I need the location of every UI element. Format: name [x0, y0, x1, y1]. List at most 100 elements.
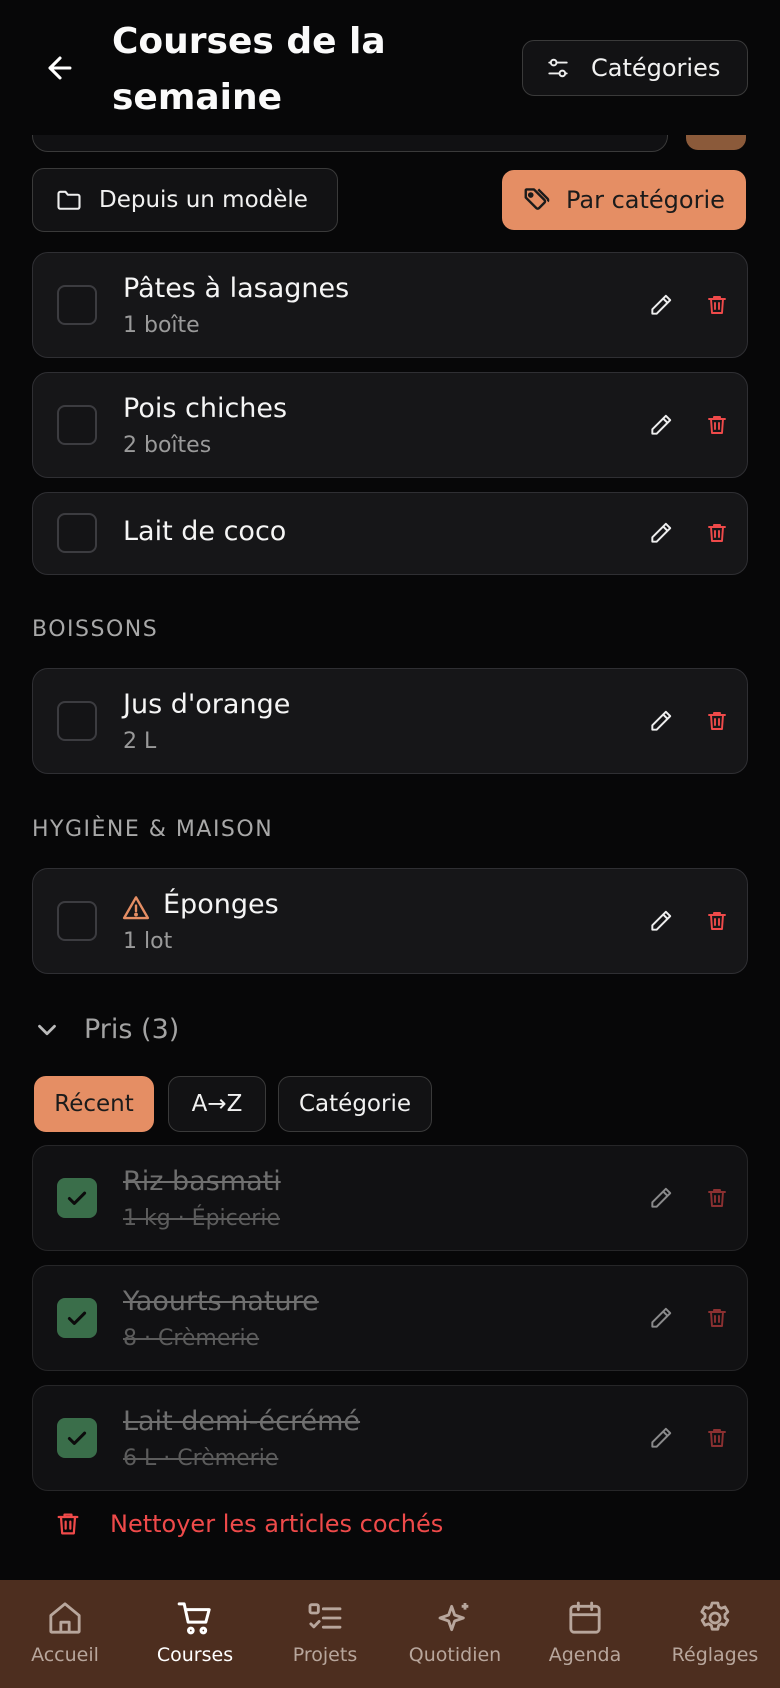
pencil-icon — [651, 1187, 672, 1208]
item-checkbox[interactable] — [57, 405, 97, 445]
sort-recent-chip[interactable]: Récent — [34, 1076, 154, 1132]
checklist-icon — [308, 1603, 342, 1629]
edit-button[interactable] — [639, 1176, 683, 1220]
item-name: Lait demi-écrémé — [123, 1406, 361, 1437]
pencil-icon — [651, 1427, 672, 1448]
taken-label: Pris (3) — [84, 1014, 180, 1045]
nav-item-reglages[interactable]: Réglages — [650, 1580, 780, 1688]
item-name: Éponges — [163, 889, 279, 920]
calendar-icon — [569, 1601, 601, 1634]
sort-alpha-chip[interactable]: A→Z — [168, 1076, 266, 1132]
page-title: Courses de la semaine — [112, 21, 386, 118]
pencil-icon — [651, 522, 672, 543]
categories-button-label: Catégories — [591, 54, 721, 82]
sliders-icon — [548, 58, 568, 78]
folder-icon — [57, 190, 81, 210]
trash-icon — [708, 912, 726, 930]
item-checkbox[interactable] — [57, 1178, 97, 1218]
pencil-icon — [651, 710, 672, 731]
item-checkbox[interactable] — [57, 901, 97, 941]
list-item[interactable]: Yaourts nature 8 · Crèmerie — [32, 1265, 748, 1371]
list-item[interactable]: Lait demi-écrémé 6 L · Crèmerie — [32, 1385, 748, 1491]
nav-item-courses[interactable]: Courses — [130, 1580, 260, 1688]
item-name: Yaourts nature — [123, 1286, 319, 1317]
list-item[interactable]: Éponges 1 lot — [32, 868, 748, 974]
trash-icon — [708, 1309, 726, 1327]
nav-label: Agenda — [548, 1644, 622, 1666]
edit-button[interactable] — [639, 1416, 683, 1460]
nav-item-quotidien[interactable]: Quotidien — [390, 1580, 520, 1688]
check-icon — [67, 1311, 87, 1325]
category-heading: BOISSONS — [32, 617, 159, 642]
nav-label: Projets — [292, 1644, 358, 1666]
item-detail: 1 kg · Épicerie — [123, 1206, 280, 1231]
from-template-label: Depuis un modèle — [99, 187, 308, 213]
nav-label: Courses — [156, 1644, 234, 1666]
delete-button[interactable] — [695, 283, 739, 327]
delete-button[interactable] — [695, 1176, 739, 1220]
delete-button[interactable] — [695, 699, 739, 743]
edit-button[interactable] — [639, 283, 683, 327]
cart-icon — [177, 1602, 211, 1635]
sort-category-chip[interactable]: Catégorie — [278, 1076, 432, 1132]
nav-label: Accueil — [31, 1644, 99, 1666]
back-button[interactable] — [36, 44, 84, 92]
gear-icon — [700, 1601, 730, 1631]
edit-button[interactable] — [639, 511, 683, 555]
list-item[interactable]: Jus d'orange 2 L — [32, 668, 748, 774]
clear-checked-label: Nettoyer les articles cochés — [110, 1510, 444, 1538]
check-icon — [67, 1431, 87, 1445]
chevron-down-icon — [38, 1024, 56, 1035]
item-detail: 1 boîte — [123, 313, 200, 338]
pencil-icon — [651, 414, 672, 435]
list-item[interactable]: Lait de coco — [32, 492, 748, 575]
trash-icon — [57, 1513, 79, 1535]
sparkles-icon — [438, 1603, 469, 1632]
item-name: Lait de coco — [123, 516, 287, 547]
trash-icon — [708, 296, 726, 314]
bottom-nav: Accueil Courses Projets Quotidien Agenda… — [0, 1580, 780, 1688]
item-checkbox[interactable] — [57, 285, 97, 325]
delete-button[interactable] — [695, 1416, 739, 1460]
categories-button[interactable]: Catégories — [522, 40, 748, 96]
item-checkbox[interactable] — [57, 1418, 97, 1458]
item-checkbox[interactable] — [57, 513, 97, 553]
item-checkbox[interactable] — [57, 1298, 97, 1338]
delete-button[interactable] — [695, 511, 739, 555]
nav-item-accueil[interactable]: Accueil — [0, 1580, 130, 1688]
check-icon — [67, 1191, 87, 1205]
item-name: Jus d'orange — [123, 689, 291, 720]
delete-button[interactable] — [695, 1296, 739, 1340]
list-item[interactable]: Pois chiches 2 boîtes — [32, 372, 748, 478]
arrow-left-icon — [48, 56, 72, 80]
nav-label: Réglages — [671, 1644, 759, 1666]
item-detail: 8 · Crèmerie — [123, 1326, 260, 1351]
taken-toggle[interactable]: Pris (3) — [32, 1014, 179, 1045]
item-name: Riz basmati — [123, 1166, 281, 1197]
from-template-button[interactable]: Depuis un modèle — [32, 168, 338, 232]
clear-checked-button[interactable]: Nettoyer les articles cochés — [54, 1510, 443, 1538]
trash-icon — [708, 1429, 726, 1447]
edit-button[interactable] — [639, 403, 683, 447]
list-item[interactable]: Riz basmati 1 kg · Épicerie — [32, 1145, 748, 1251]
pencil-icon — [651, 294, 672, 315]
trash-icon — [708, 524, 726, 542]
delete-button[interactable] — [695, 403, 739, 447]
by-category-label: Par catégorie — [566, 186, 725, 214]
delete-button[interactable] — [695, 899, 739, 943]
trash-icon — [708, 712, 726, 730]
item-detail: 2 L — [123, 729, 157, 754]
nav-item-projets[interactable]: Projets — [260, 1580, 390, 1688]
edit-button[interactable] — [639, 699, 683, 743]
nav-item-agenda[interactable]: Agenda — [520, 1580, 650, 1688]
pencil-icon — [651, 910, 672, 931]
edit-button[interactable] — [639, 1296, 683, 1340]
item-checkbox[interactable] — [57, 701, 97, 741]
trash-icon — [708, 416, 726, 434]
list-item[interactable]: Pâtes à lasagnes 1 boîte — [32, 252, 748, 358]
home-icon — [49, 1602, 81, 1634]
item-detail: 6 L · Crèmerie — [123, 1446, 279, 1471]
by-category-button[interactable]: Par catégorie — [502, 170, 746, 230]
category-heading: HYGIÈNE & MAISON — [32, 817, 274, 842]
edit-button[interactable] — [639, 899, 683, 943]
